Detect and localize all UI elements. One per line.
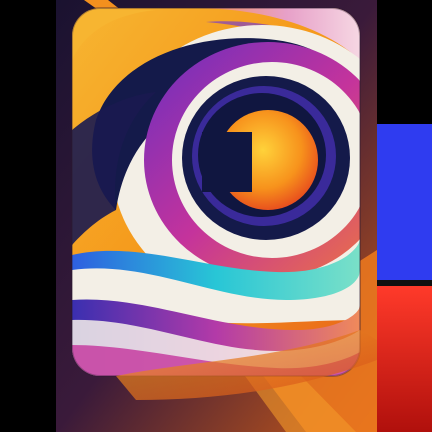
artwork-canvas [0, 0, 432, 432]
swirl-app-icon [56, 0, 377, 432]
icon-tile [72, 8, 360, 376]
right-color-strip [377, 0, 432, 432]
red-bar [377, 286, 432, 432]
blue-bar [377, 124, 432, 280]
